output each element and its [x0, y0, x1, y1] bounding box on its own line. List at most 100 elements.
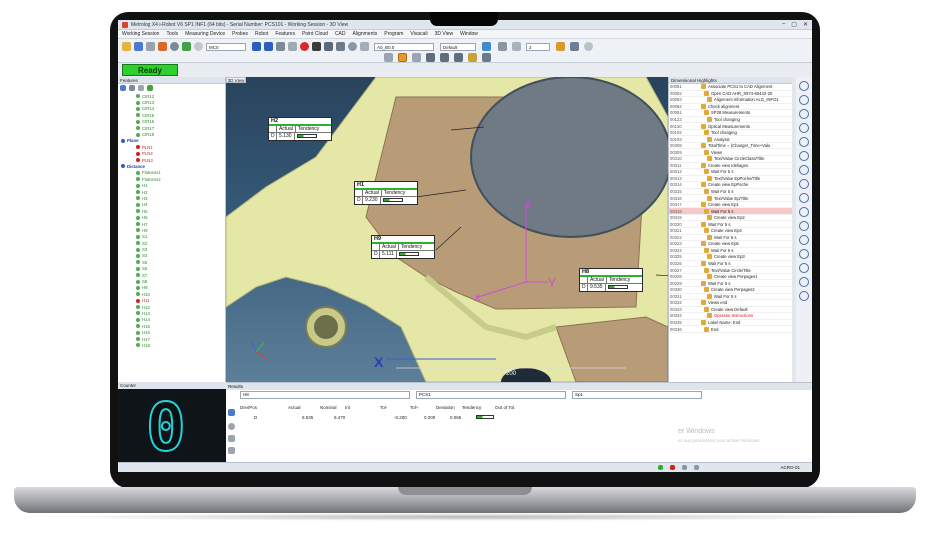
menu-item-point-cloud[interactable]: Point Cloud — [302, 31, 328, 37]
tree-expand-icon[interactable] — [120, 85, 126, 91]
sphere-icon[interactable] — [584, 42, 593, 51]
pause-icon[interactable] — [264, 42, 273, 51]
results-report-icon[interactable] — [228, 409, 235, 416]
status-gray2-icon — [694, 465, 699, 470]
callout-h1[interactable]: H1 Actual Tendency D 9.230 — [354, 181, 418, 205]
view-home-icon[interactable] — [468, 53, 477, 62]
tree-filter-icon[interactable] — [129, 85, 135, 91]
tool-surface-icon[interactable] — [799, 249, 809, 259]
view-combo[interactable]: Default — [440, 43, 476, 51]
menu-item-vivacali[interactable]: Vivacali — [410, 31, 427, 37]
view-side-icon[interactable] — [412, 53, 421, 62]
callout-h8[interactable]: H8 Actual Tendency D 9.535 — [579, 268, 643, 292]
tool-construct-icon[interactable] — [799, 235, 809, 245]
menu-item-robot[interactable]: Robot — [255, 31, 268, 37]
wrench-icon[interactable] — [360, 42, 369, 51]
feature-combo[interactable]: A0_B0.0 — [374, 43, 434, 51]
menu-item-program[interactable]: Program — [384, 31, 403, 37]
callout-h9-prefix: D — [372, 251, 380, 258]
tree-sort-icon[interactable] — [147, 85, 153, 91]
menu-item-measuring-device[interactable]: Measuring Device — [185, 31, 225, 37]
settings-icon[interactable] — [170, 42, 179, 51]
tool-distance-icon[interactable] — [799, 193, 809, 203]
export-icon[interactable] — [336, 42, 345, 51]
menu-item-probes[interactable]: Probes — [232, 31, 248, 37]
menu-item-alignments[interactable]: Alignments — [353, 31, 378, 37]
results-cell: 0.065 — [450, 415, 462, 420]
menu-item-working-session[interactable]: Working Session — [122, 31, 159, 37]
record-icon[interactable] — [300, 42, 309, 51]
callout-h9-actual-label: Actual — [380, 244, 399, 250]
view-iso-icon[interactable] — [426, 53, 435, 62]
cube-icon[interactable] — [498, 42, 507, 51]
scale-combo[interactable]: 2 — [526, 43, 550, 51]
play-icon[interactable] — [252, 42, 261, 51]
list-icon[interactable] — [288, 42, 297, 51]
tool-plane-icon[interactable] — [799, 109, 809, 119]
results-prev-icon[interactable] — [228, 435, 235, 442]
3d-viewport[interactable]: Z Y X X 200 H2 Actual Tendency D 5.130 H1 … — [226, 77, 668, 382]
tool-tolerance-icon[interactable] — [799, 221, 809, 231]
tool-cylinder-icon[interactable] — [799, 137, 809, 147]
tree-item-label: Flatness1 — [142, 170, 161, 176]
tool-cone-icon[interactable] — [799, 151, 809, 161]
probe-icon[interactable] — [146, 42, 155, 51]
tool-cloud-icon[interactable] — [799, 263, 809, 273]
tool-angle-icon[interactable] — [799, 207, 809, 217]
tool-report-icon[interactable] — [799, 277, 809, 287]
results-refresh-icon[interactable] — [228, 423, 235, 430]
tool-point-icon[interactable] — [799, 81, 809, 91]
menu-item-window[interactable]: Window — [460, 31, 478, 37]
robot-icon[interactable] — [158, 42, 167, 51]
paint-icon[interactable] — [556, 42, 565, 51]
tool-sphere-icon[interactable] — [799, 165, 809, 175]
tool-line-icon[interactable] — [799, 95, 809, 105]
tree-item[interactable]: H18 — [118, 342, 226, 348]
view-iso3-icon[interactable] — [454, 53, 463, 62]
target-icon[interactable] — [194, 42, 203, 51]
tool-more-icon[interactable] — [799, 291, 809, 301]
program-row-text: Tool changing — [711, 130, 737, 136]
results-probe-combo[interactable]: Sp1 — [572, 391, 702, 399]
program-step-icon — [707, 136, 712, 142]
open-folder-icon[interactable] — [122, 42, 131, 51]
minimize-button[interactable]: – — [782, 21, 785, 28]
program-row[interactable]: 00336 End — [669, 326, 796, 333]
report-icon[interactable] — [312, 42, 321, 51]
feature-icon — [136, 170, 140, 175]
callout-h9[interactable]: H9 Actual Tendency D 5.111 — [371, 235, 435, 259]
stop-icon[interactable] — [276, 42, 285, 51]
layers-icon[interactable] — [512, 42, 521, 51]
view-front-icon[interactable] — [398, 53, 407, 62]
menu-item-tools[interactable]: Tools — [166, 31, 178, 37]
menu-item-features[interactable]: Features — [275, 31, 295, 37]
search-icon[interactable] — [348, 42, 357, 51]
results-frame-combo[interactable]: PCS1 — [416, 391, 566, 399]
save-icon[interactable] — [134, 42, 143, 51]
program-step-icon — [704, 228, 709, 234]
menu-item-3d-view[interactable]: 3D View — [435, 31, 454, 37]
print-icon[interactable] — [324, 42, 333, 51]
program-step-icon — [707, 215, 712, 221]
program-step-icon — [707, 195, 712, 201]
program-row-text: Create view EpPoche — [708, 182, 749, 188]
grid-icon[interactable] — [482, 42, 491, 51]
maximize-button[interactable]: ▢ — [791, 21, 797, 28]
feature-icon — [136, 241, 140, 246]
view-top-icon[interactable] — [384, 53, 393, 62]
probe-combo[interactable]: MC0 — [206, 43, 246, 51]
feature-icon — [136, 228, 140, 233]
tree-search-icon[interactable] — [138, 85, 144, 91]
shade-icon[interactable] — [570, 42, 579, 51]
tool-slot-icon[interactable] — [799, 179, 809, 189]
results-feature-combo[interactable]: H8 — [240, 391, 410, 399]
tab-3d-view[interactable]: 3D View — [226, 77, 246, 83]
menu-item-cad[interactable]: CAD — [335, 31, 346, 37]
tool-circle-icon[interactable] — [799, 123, 809, 133]
close-button[interactable]: ✕ — [803, 21, 808, 28]
view-iso2-icon[interactable] — [440, 53, 449, 62]
results-next-icon[interactable] — [228, 447, 235, 454]
measure-icon[interactable] — [182, 42, 191, 51]
view-fit-icon[interactable] — [482, 53, 491, 62]
callout-h2[interactable]: H2 Actual Tendency D 5.130 — [268, 117, 332, 141]
